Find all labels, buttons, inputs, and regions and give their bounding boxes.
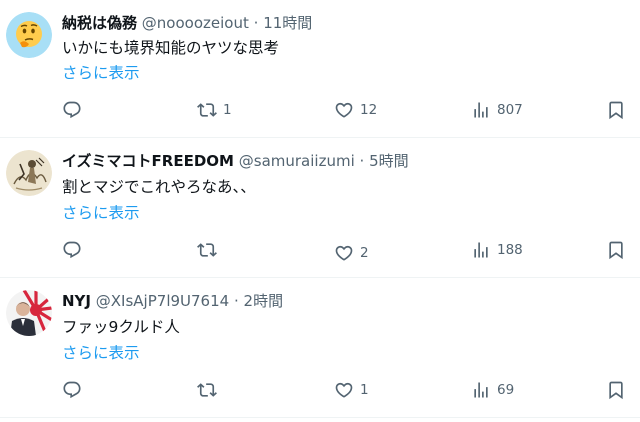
views-count: 69 [497,382,515,398]
retweet-icon [197,243,217,257]
tweet[interactable]: イズミマコトFREEDOM @samuraiizumi · 5時間 割とマジでこ… [0,138,640,278]
like-count: 2 [360,245,369,261]
tweet-header: NYJ @XIsAjP7l9U7614 · 2時間 [62,290,283,312]
separator-dot: · [233,292,239,310]
avatar[interactable] [6,290,52,336]
tweet-text: いかにも境界知能のヤツな思考 [62,39,280,57]
tweet[interactable]: 納税は偽務 @noooozeiout · 11時間 いかにも境界知能のヤツな思考… [0,0,640,138]
user-handle[interactable]: @samuraiizumi [239,152,355,170]
like-button[interactable]: 12 [334,98,377,122]
tweet-actions: 1 69 [0,378,640,402]
retweet-count: 1 [223,102,232,118]
reply-icon [63,381,81,399]
timestamp[interactable]: 5時間 [369,152,409,170]
display-name[interactable]: 納税は偽務 [62,14,137,32]
views-icon [474,102,488,118]
tweet-text: 割とマジでこれやろなあ、、 [62,178,256,196]
bookmark-button[interactable] [606,98,626,122]
separator-dot: · [359,152,365,170]
reply-button[interactable] [62,98,88,122]
avatar[interactable] [6,12,52,58]
flag-photo-avatar-icon [6,290,52,336]
heart-icon [335,382,353,398]
show-more-link[interactable]: さらに表示 [62,342,140,364]
tweet-header: イズミマコトFREEDOM @samuraiizumi · 5時間 [62,150,409,172]
retweet-icon [197,103,217,117]
retweet-button[interactable] [197,238,223,262]
user-handle[interactable]: @XIsAjP7l9U7614 [96,292,229,310]
heart-icon [335,245,353,261]
retweet-button[interactable]: 1 [197,98,232,122]
display-name[interactable]: イズミマコトFREEDOM [62,152,234,170]
separator-dot: · [253,14,259,32]
bookmark-button[interactable] [606,238,626,262]
heart-icon [335,102,353,118]
timestamp[interactable]: 11時間 [263,14,312,32]
bookmark-button[interactable] [606,378,626,402]
bookmark-icon [609,241,623,260]
reply-button[interactable] [62,238,88,262]
views-icon [474,242,488,258]
like-count: 12 [360,102,378,118]
show-more-link[interactable]: さらに表示 [62,62,140,84]
timeline: 納税は偽務 @noooozeiout · 11時間 いかにも境界知能のヤツな思考… [0,0,640,422]
reply-icon [63,101,81,119]
views-icon [474,382,488,398]
reply-icon [63,241,81,259]
tweet-actions: 1 12 807 [0,98,640,122]
retweet-icon [197,383,217,397]
bookmark-icon [609,101,623,120]
like-button[interactable]: 2 [334,241,369,265]
views-count: 807 [497,102,523,118]
reply-button[interactable] [62,378,88,402]
views-button[interactable]: 807 [471,98,523,122]
views-button[interactable]: 69 [471,378,514,402]
bookmark-icon [609,381,623,400]
views-button[interactable]: 188 [471,238,523,262]
show-more-link[interactable]: さらに表示 [62,202,140,224]
tweet-header: 納税は偽務 @noooozeiout · 11時間 [62,12,312,34]
like-count: 1 [360,382,369,398]
timestamp[interactable]: 2時間 [244,292,284,310]
ukiyoe-art-avatar-icon [6,150,52,196]
tweet-text: ファッ9クルド人 [62,318,180,336]
thinking-face-avatar-icon [6,12,52,58]
like-button[interactable]: 1 [334,378,369,402]
display-name[interactable]: NYJ [62,292,91,310]
tweet-actions: 2 188 [0,238,640,262]
retweet-button[interactable] [197,378,223,402]
user-handle[interactable]: @noooozeiout [142,14,249,32]
views-count: 188 [497,242,523,258]
tweet[interactable]: NYJ @XIsAjP7l9U7614 · 2時間 ファッ9クルド人 さらに表示… [0,278,640,418]
avatar[interactable] [6,150,52,196]
